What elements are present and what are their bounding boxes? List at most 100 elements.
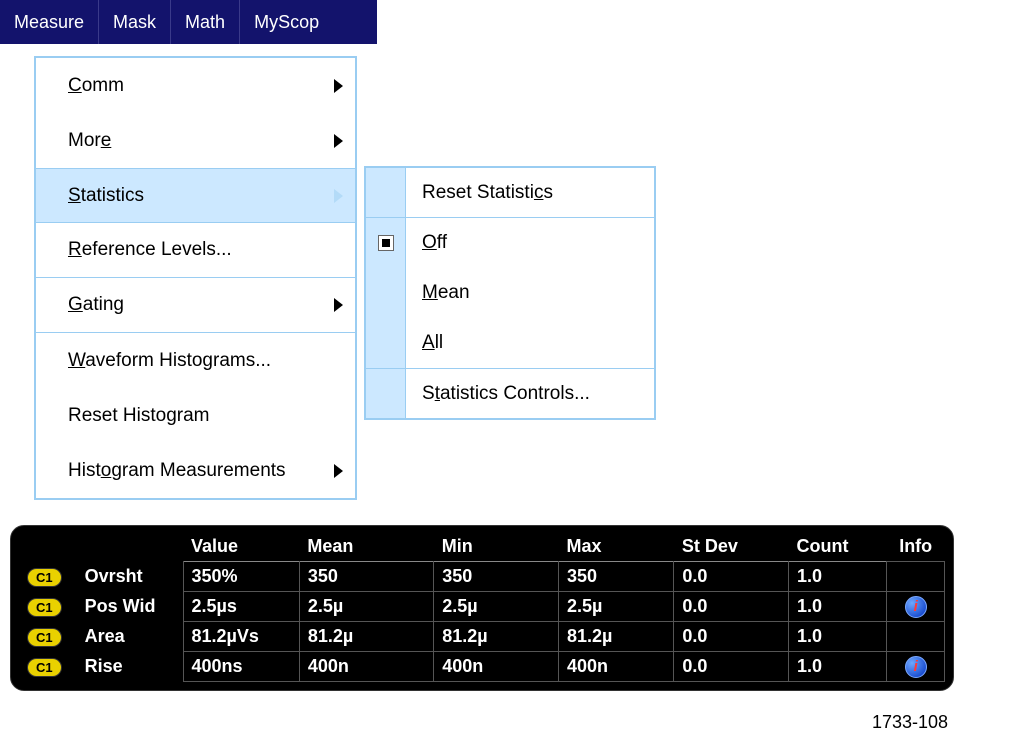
measure-name: Rise	[77, 652, 183, 682]
menu-item-label-ul: S	[68, 185, 81, 206]
col-stdev: St Dev	[674, 532, 789, 562]
channel-cell: C1	[19, 622, 77, 652]
count-cell: 1.0	[788, 652, 886, 682]
menu-item-label-pre: Mor	[68, 130, 101, 151]
mean-cell: 400n	[299, 652, 433, 682]
submenu-label-rest: s	[543, 182, 553, 203]
statistics-submenu: Reset Statistics Off Mean All Statistics…	[364, 166, 656, 420]
table-header-row: Value Mean Min Max St Dev Count Info	[19, 532, 945, 562]
menubar-item-myscope[interactable]: MyScop	[240, 0, 327, 44]
table-row: C1Ovrsht350%3503503500.01.0	[19, 562, 945, 592]
submenu-label-pre: S	[422, 383, 435, 404]
submenu-item-all[interactable]: All	[406, 318, 654, 368]
measure-menu: Comm More Statistics Reference Levels...…	[34, 56, 357, 500]
channel-pill: C1	[27, 628, 62, 647]
menu-item-label-ul: R	[68, 239, 82, 260]
menu-item-gating[interactable]: Gating	[36, 278, 355, 333]
submenu-check-cell	[366, 318, 405, 368]
submenu-item-statistics-controls[interactable]: Statistics Controls...	[406, 368, 654, 418]
menu-item-label-pre: Hist	[68, 460, 101, 481]
channel-pill: C1	[27, 598, 62, 617]
col-max: Max	[559, 532, 674, 562]
submenu-check-cell	[366, 218, 405, 268]
submenu-check-cell	[366, 268, 405, 318]
menu-item-label-ul: W	[68, 350, 85, 371]
min-cell: 2.5µ	[434, 592, 559, 622]
info-icon[interactable]: i	[905, 656, 927, 678]
stdev-cell: 0.0	[674, 562, 789, 592]
submenu-item-off[interactable]: Off	[406, 218, 654, 268]
channel-pill: C1	[27, 568, 62, 587]
min-cell: 350	[434, 562, 559, 592]
menu-item-label-ul: e	[101, 130, 112, 151]
submenu-arrow-icon	[334, 79, 343, 93]
submenu-items-column: Reset Statistics Off Mean All Statistics…	[406, 168, 654, 418]
submenu-arrow-icon	[334, 298, 343, 312]
menu-item-label-ul: G	[68, 294, 83, 315]
menu-item-label-rest: aveform Histograms...	[85, 350, 271, 371]
channel-cell: C1	[19, 652, 77, 682]
menu-item-label-rest: eference Levels...	[82, 239, 232, 260]
table-row: C1Pos Wid2.5µs2.5µ2.5µ2.5µ0.01.0i	[19, 592, 945, 622]
menubar-item-math[interactable]: Math	[171, 0, 240, 44]
submenu-check-cell	[366, 168, 405, 218]
menu-item-label: Reset Histogram	[68, 405, 210, 427]
statistics-table-panel: Value Mean Min Max St Dev Count Info C1O…	[10, 525, 954, 691]
menu-item-label-rest: gram Measurements	[111, 460, 285, 481]
submenu-label-rest: ff	[437, 232, 447, 253]
submenu-label-ul: c	[534, 182, 544, 203]
menubar: Measure Mask Math MyScop	[0, 0, 377, 44]
max-cell: 81.2µ	[559, 622, 674, 652]
max-cell: 400n	[559, 652, 674, 682]
submenu-arrow-icon	[334, 189, 343, 203]
max-cell: 350	[559, 562, 674, 592]
table-row: C1Rise400ns400n400n400n0.01.0i	[19, 652, 945, 682]
min-cell: 400n	[434, 652, 559, 682]
info-cell[interactable]: i	[887, 652, 945, 682]
menu-item-more[interactable]: More	[36, 113, 355, 168]
menu-item-reference-levels[interactable]: Reference Levels...	[36, 223, 355, 278]
submenu-check-column	[366, 168, 406, 418]
channel-cell: C1	[19, 562, 77, 592]
min-cell: 81.2µ	[434, 622, 559, 652]
mean-cell: 81.2µ	[299, 622, 433, 652]
submenu-label-rest: atistics Controls...	[440, 383, 590, 404]
value-cell: 81.2µVs	[183, 622, 299, 652]
info-icon[interactable]: i	[905, 596, 927, 618]
menu-item-statistics[interactable]: Statistics	[36, 168, 355, 223]
menu-item-label-rest: tatistics	[81, 185, 144, 206]
menu-item-reset-histogram[interactable]: Reset Histogram	[36, 388, 355, 443]
menu-item-comm[interactable]: Comm	[36, 58, 355, 113]
submenu-item-mean[interactable]: Mean	[406, 268, 654, 318]
menu-item-label-ul: o	[101, 460, 112, 481]
submenu-item-reset-statistics[interactable]: Reset Statistics	[406, 168, 654, 218]
menu-item-waveform-histograms[interactable]: Waveform Histograms...	[36, 333, 355, 388]
submenu-label-rest: ll	[435, 332, 443, 353]
max-cell: 2.5µ	[559, 592, 674, 622]
stdev-cell: 0.0	[674, 592, 789, 622]
stdev-cell: 0.0	[674, 652, 789, 682]
submenu-label-ul: A	[422, 332, 435, 353]
value-cell: 350%	[183, 562, 299, 592]
menu-item-label-rest: omm	[82, 75, 124, 96]
menubar-item-measure[interactable]: Measure	[0, 0, 99, 44]
info-cell	[887, 622, 945, 652]
info-cell[interactable]: i	[887, 592, 945, 622]
submenu-arrow-icon	[334, 464, 343, 478]
submenu-label-ul: M	[422, 282, 438, 303]
mean-cell: 2.5µ	[299, 592, 433, 622]
info-cell	[887, 562, 945, 592]
col-value: Value	[183, 532, 299, 562]
channel-cell: C1	[19, 592, 77, 622]
count-cell: 1.0	[788, 592, 886, 622]
menubar-item-mask[interactable]: Mask	[99, 0, 171, 44]
menu-item-label-ul: C	[68, 75, 82, 96]
radio-on-icon	[378, 235, 394, 251]
submenu-check-cell	[366, 368, 405, 418]
statistics-table: Value Mean Min Max St Dev Count Info C1O…	[19, 532, 945, 682]
col-info: Info	[887, 532, 945, 562]
count-cell: 1.0	[788, 562, 886, 592]
figure-id: 1733-108	[872, 712, 948, 733]
value-cell: 2.5µs	[183, 592, 299, 622]
menu-item-histogram-measurements[interactable]: Histogram Measurements	[36, 443, 355, 498]
